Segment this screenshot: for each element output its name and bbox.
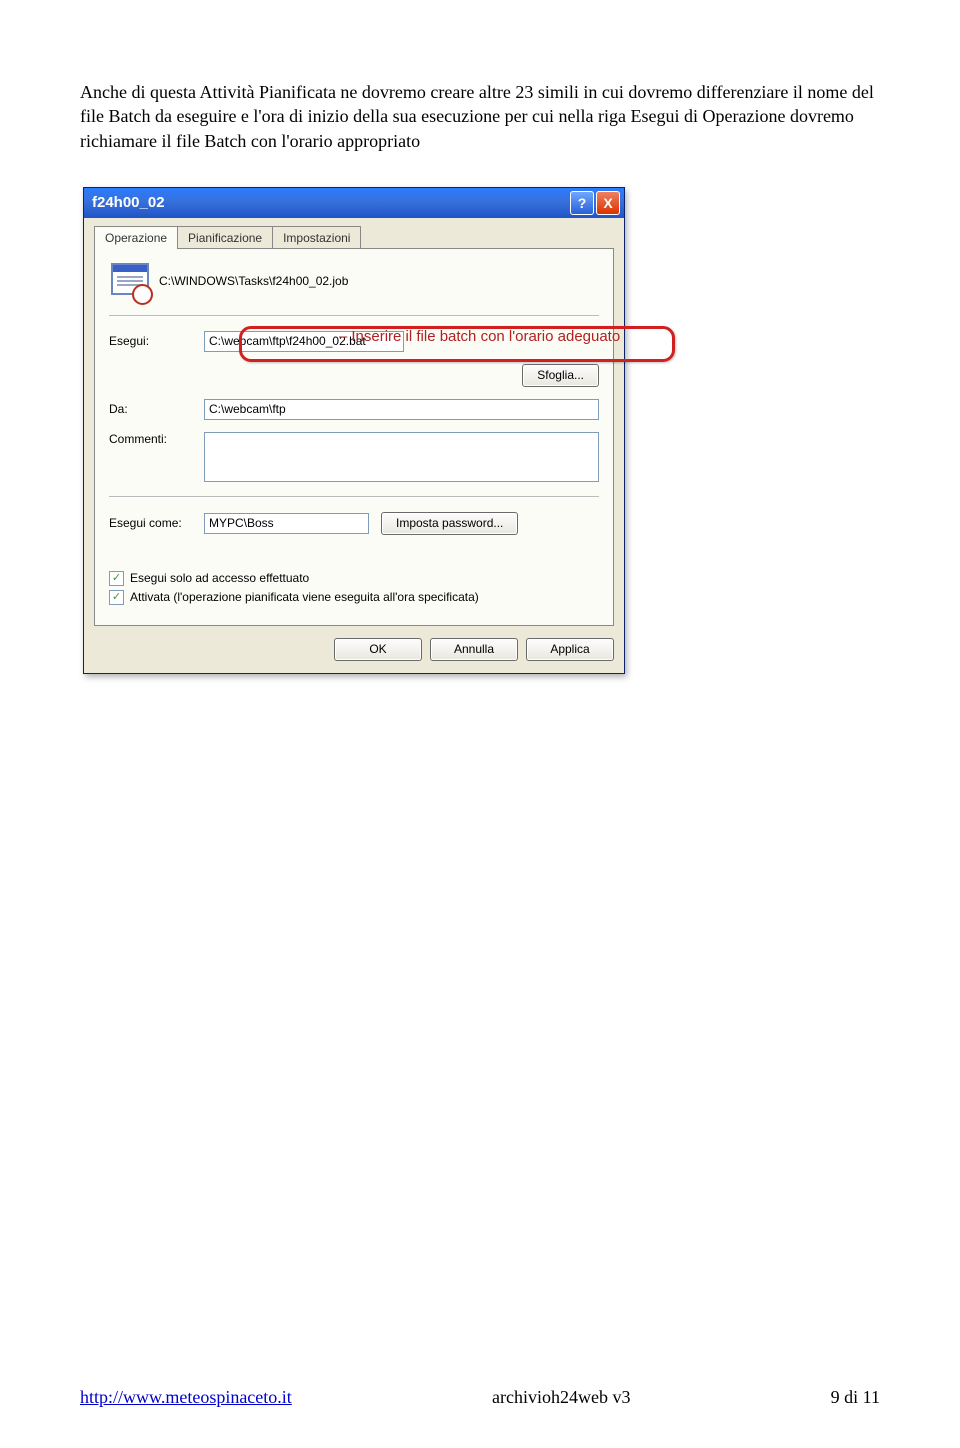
commenti-input[interactable] — [204, 432, 599, 482]
esegui-come-input[interactable] — [204, 513, 369, 534]
footer-page-num: 9 di 11 — [831, 1387, 880, 1408]
ok-button[interactable]: OK — [334, 638, 422, 661]
footer-center: archivioh24web v3 — [492, 1387, 630, 1408]
tab-operazione[interactable]: Operazione — [94, 226, 178, 249]
page-footer: http://www.meteospinaceto.it archivioh24… — [80, 1387, 880, 1408]
tab-impostazioni[interactable]: Impostazioni — [272, 226, 361, 249]
titlebar: f24h00_02 ? X — [84, 188, 624, 218]
checkbox-accesso-label: Esegui solo ad accesso effettuato — [130, 571, 309, 585]
check-icon: ✓ — [109, 590, 124, 605]
annotation-text: Inserire il file batch con l'orario adeg… — [339, 328, 620, 345]
label-esegui-come: Esegui come: — [109, 516, 204, 530]
scheduled-task-icon — [109, 261, 149, 301]
imposta-password-button[interactable]: Imposta password... — [381, 512, 518, 535]
checkbox-attivata[interactable]: ✓ Attivata (l'operazione pianificata vie… — [109, 590, 599, 605]
label-commenti: Commenti: — [109, 432, 204, 446]
sfoglia-button[interactable]: Sfoglia... — [522, 364, 599, 387]
checkbox-attivata-label: Attivata (l'operazione pianificata viene… — [130, 590, 479, 604]
task-properties-dialog: f24h00_02 ? X Operazione Pianificazione … — [83, 187, 625, 674]
da-input[interactable] — [204, 399, 599, 420]
tab-pianificazione[interactable]: Pianificazione — [177, 226, 273, 249]
help-button[interactable]: ? — [570, 191, 594, 215]
check-icon: ✓ — [109, 571, 124, 586]
intro-paragraph: Anche di questa Attività Pianificata ne … — [80, 80, 880, 153]
annulla-button[interactable]: Annulla — [430, 638, 518, 661]
close-button[interactable]: X — [596, 191, 620, 215]
dialog-title: f24h00_02 — [92, 194, 570, 211]
checkbox-accesso[interactable]: ✓ Esegui solo ad accesso effettuato — [109, 571, 599, 586]
job-file-path: C:\WINDOWS\Tasks\f24h00_02.job — [159, 274, 348, 288]
label-esegui: Esegui: — [109, 334, 204, 348]
applica-button[interactable]: Applica — [526, 638, 614, 661]
label-da: Da: — [109, 402, 204, 416]
footer-url[interactable]: http://www.meteospinaceto.it — [80, 1387, 292, 1408]
